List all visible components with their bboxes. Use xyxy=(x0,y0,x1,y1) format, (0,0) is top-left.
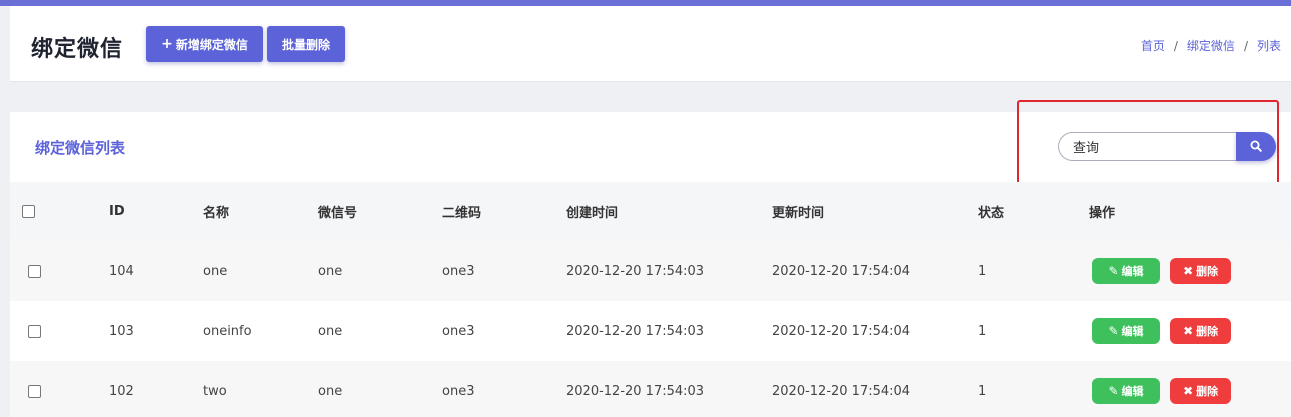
cell-name: one xyxy=(203,241,318,301)
search-button[interactable] xyxy=(1236,132,1276,161)
add-binding-button[interactable]: + 新增绑定微信 xyxy=(146,26,263,62)
delete-label: 删除 xyxy=(1196,325,1219,338)
cell-updated: 2020-12-20 17:54:04 xyxy=(772,361,978,417)
edit-icon: ✎ xyxy=(1108,384,1119,398)
cell-qrcode: one3 xyxy=(442,301,566,361)
row-checkbox[interactable] xyxy=(28,384,41,398)
table-row: 104 one one one3 2020-12-20 17:54:03 202… xyxy=(10,241,1291,301)
edit-button[interactable]: ✎ 编辑 xyxy=(1092,258,1160,284)
delete-label: 删除 xyxy=(1196,385,1219,398)
cell-actions: ✎ 编辑 ✖ 删除 xyxy=(1089,361,1291,417)
delete-button[interactable]: ✖ 删除 xyxy=(1170,258,1232,284)
cell-wechat: one xyxy=(318,301,442,361)
table-row: 103 oneinfo one one3 2020-12-20 17:54:03… xyxy=(10,301,1291,361)
edit-icon: ✎ xyxy=(1108,264,1119,278)
breadcrumb-current[interactable]: 列表 xyxy=(1257,37,1281,54)
cell-created: 2020-12-20 17:54:03 xyxy=(566,301,772,361)
cell-qrcode: one3 xyxy=(442,361,566,417)
batch-delete-button[interactable]: 批量删除 xyxy=(267,26,345,62)
add-binding-label: 新增绑定微信 xyxy=(175,37,248,52)
column-header-created[interactable]: 创建时间 xyxy=(566,182,772,241)
breadcrumb-home[interactable]: 首页 xyxy=(1141,37,1165,54)
edit-button[interactable]: ✎ 编辑 xyxy=(1092,318,1160,344)
column-header-wechat[interactable]: 微信号 xyxy=(318,182,442,241)
search-bar xyxy=(1058,132,1276,161)
row-select-cell xyxy=(10,361,109,417)
delete-button[interactable]: ✖ 删除 xyxy=(1170,318,1232,344)
breadcrumb-separator: / xyxy=(1243,38,1248,53)
edit-label: 编辑 xyxy=(1121,325,1144,338)
cell-id: 102 xyxy=(109,361,203,417)
edit-icon: ✎ xyxy=(1108,324,1119,338)
column-header-actions: 操作 xyxy=(1089,182,1291,241)
table-row: 102 two one one3 2020-12-20 17:54:03 202… xyxy=(10,361,1291,417)
cell-id: 103 xyxy=(109,301,203,361)
column-header-name[interactable]: 名称 xyxy=(203,182,318,241)
close-icon: ✖ xyxy=(1183,384,1194,398)
column-header-id[interactable]: ID xyxy=(109,182,203,241)
column-header-qrcode[interactable]: 二维码 xyxy=(442,182,566,241)
page-header: 绑定微信 + 新增绑定微信 批量删除 首页 / 绑定微信 / 列表 xyxy=(10,6,1291,82)
cell-wechat: one xyxy=(318,241,442,301)
edit-button[interactable]: ✎ 编辑 xyxy=(1092,378,1160,404)
cell-status: 1 xyxy=(978,301,1089,361)
column-header-updated[interactable]: 更新时间 xyxy=(772,182,978,241)
row-checkbox[interactable] xyxy=(28,324,41,338)
search-icon xyxy=(1250,137,1262,156)
cell-actions: ✎ 编辑 ✖ 删除 xyxy=(1089,301,1291,361)
row-select-cell xyxy=(10,301,109,361)
cell-created: 2020-12-20 17:54:03 xyxy=(566,241,772,301)
cell-name: oneinfo xyxy=(203,301,318,361)
row-checkbox[interactable] xyxy=(28,264,41,278)
edit-label: 编辑 xyxy=(1121,385,1144,398)
column-header-status[interactable]: 状态 xyxy=(978,182,1089,241)
cell-status: 1 xyxy=(978,361,1089,417)
cell-qrcode: one3 xyxy=(442,241,566,301)
plus-icon: + xyxy=(161,36,173,52)
table-header-row: ID 名称 微信号 二维码 创建时间 更新时间 状态 操作 xyxy=(10,182,1291,241)
select-all-cell xyxy=(10,182,109,241)
edit-label: 编辑 xyxy=(1121,265,1144,278)
close-icon: ✖ xyxy=(1183,264,1194,278)
cell-updated: 2020-12-20 17:54:04 xyxy=(772,241,978,301)
delete-label: 删除 xyxy=(1196,265,1219,278)
row-select-cell xyxy=(10,241,109,301)
list-title: 绑定微信列表 xyxy=(35,139,126,157)
cell-status: 1 xyxy=(978,241,1089,301)
delete-button[interactable]: ✖ 删除 xyxy=(1170,378,1232,404)
breadcrumb-separator: / xyxy=(1173,38,1178,53)
bindings-table: ID 名称 微信号 二维码 创建时间 更新时间 状态 操作 104 one on… xyxy=(10,182,1291,417)
page-title: 绑定微信 xyxy=(31,37,124,62)
breadcrumb: 首页 / 绑定微信 / 列表 xyxy=(1141,37,1281,54)
cell-actions: ✎ 编辑 ✖ 删除 xyxy=(1089,241,1291,301)
cell-created: 2020-12-20 17:54:03 xyxy=(566,361,772,417)
cell-updated: 2020-12-20 17:54:04 xyxy=(772,301,978,361)
breadcrumb-section[interactable]: 绑定微信 xyxy=(1187,37,1235,54)
search-input[interactable] xyxy=(1058,132,1236,161)
cell-id: 104 xyxy=(109,241,203,301)
select-all-checkbox[interactable] xyxy=(22,205,35,218)
list-panel: 绑定微信列表 ID 名称 微信号 二维码 创建时间 更 xyxy=(10,100,1291,417)
cell-name: two xyxy=(203,361,318,417)
close-icon: ✖ xyxy=(1183,324,1194,338)
cell-wechat: one xyxy=(318,361,442,417)
